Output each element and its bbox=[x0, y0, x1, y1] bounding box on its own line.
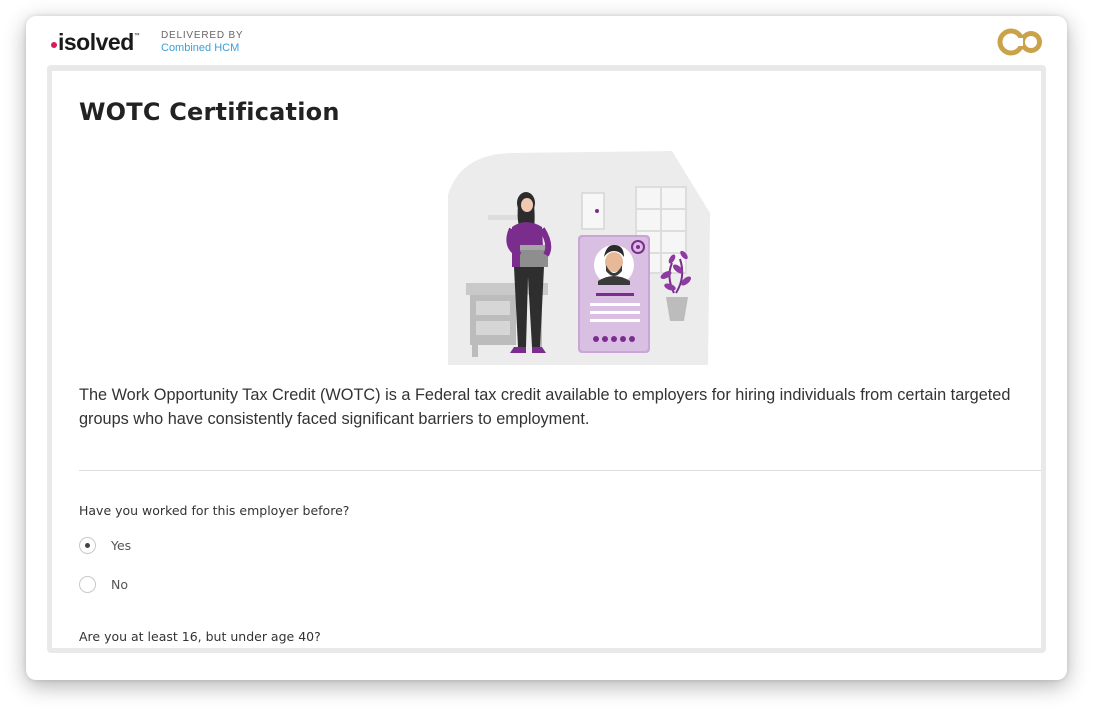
logo-trademark: ™ bbox=[133, 33, 140, 39]
radio-yes[interactable] bbox=[79, 537, 96, 554]
question-age-range: Are you at least 16, but under age 40? bbox=[79, 629, 321, 644]
option-no-label[interactable]: No bbox=[111, 577, 128, 592]
app-window: isolved ™ DELIVERED BY Combined HCM CO W… bbox=[26, 16, 1067, 680]
isolved-logo: isolved ™ bbox=[51, 29, 140, 55]
delivered-by-label: DELIVERED BY bbox=[161, 30, 244, 41]
app-header: isolved ™ DELIVERED BY Combined HCM CO bbox=[26, 16, 1067, 66]
option-yes[interactable]: Yes bbox=[79, 537, 131, 554]
delivered-by-company: Combined HCM bbox=[161, 42, 240, 54]
logo-text: isolved bbox=[58, 29, 134, 55]
radio-no[interactable] bbox=[79, 576, 96, 593]
option-yes-label[interactable]: Yes bbox=[111, 538, 131, 553]
delivered-by-block: DELIVERED BY Combined HCM bbox=[161, 29, 243, 55]
option-no[interactable]: No bbox=[79, 576, 128, 593]
employee-id-card-illustration bbox=[448, 151, 710, 365]
partner-logo: CO bbox=[997, 28, 1042, 56]
page-title: WOTC Certification bbox=[79, 98, 340, 126]
wotc-description: The Work Opportunity Tax Credit (WOTC) i… bbox=[79, 386, 1011, 428]
question-worked-before: Have you worked for this employer before… bbox=[79, 503, 350, 518]
logo-dot-icon bbox=[51, 42, 57, 48]
section-divider bbox=[79, 470, 1041, 471]
wotc-form: WOTC Certification The Work Opportunity … bbox=[52, 71, 1041, 648]
